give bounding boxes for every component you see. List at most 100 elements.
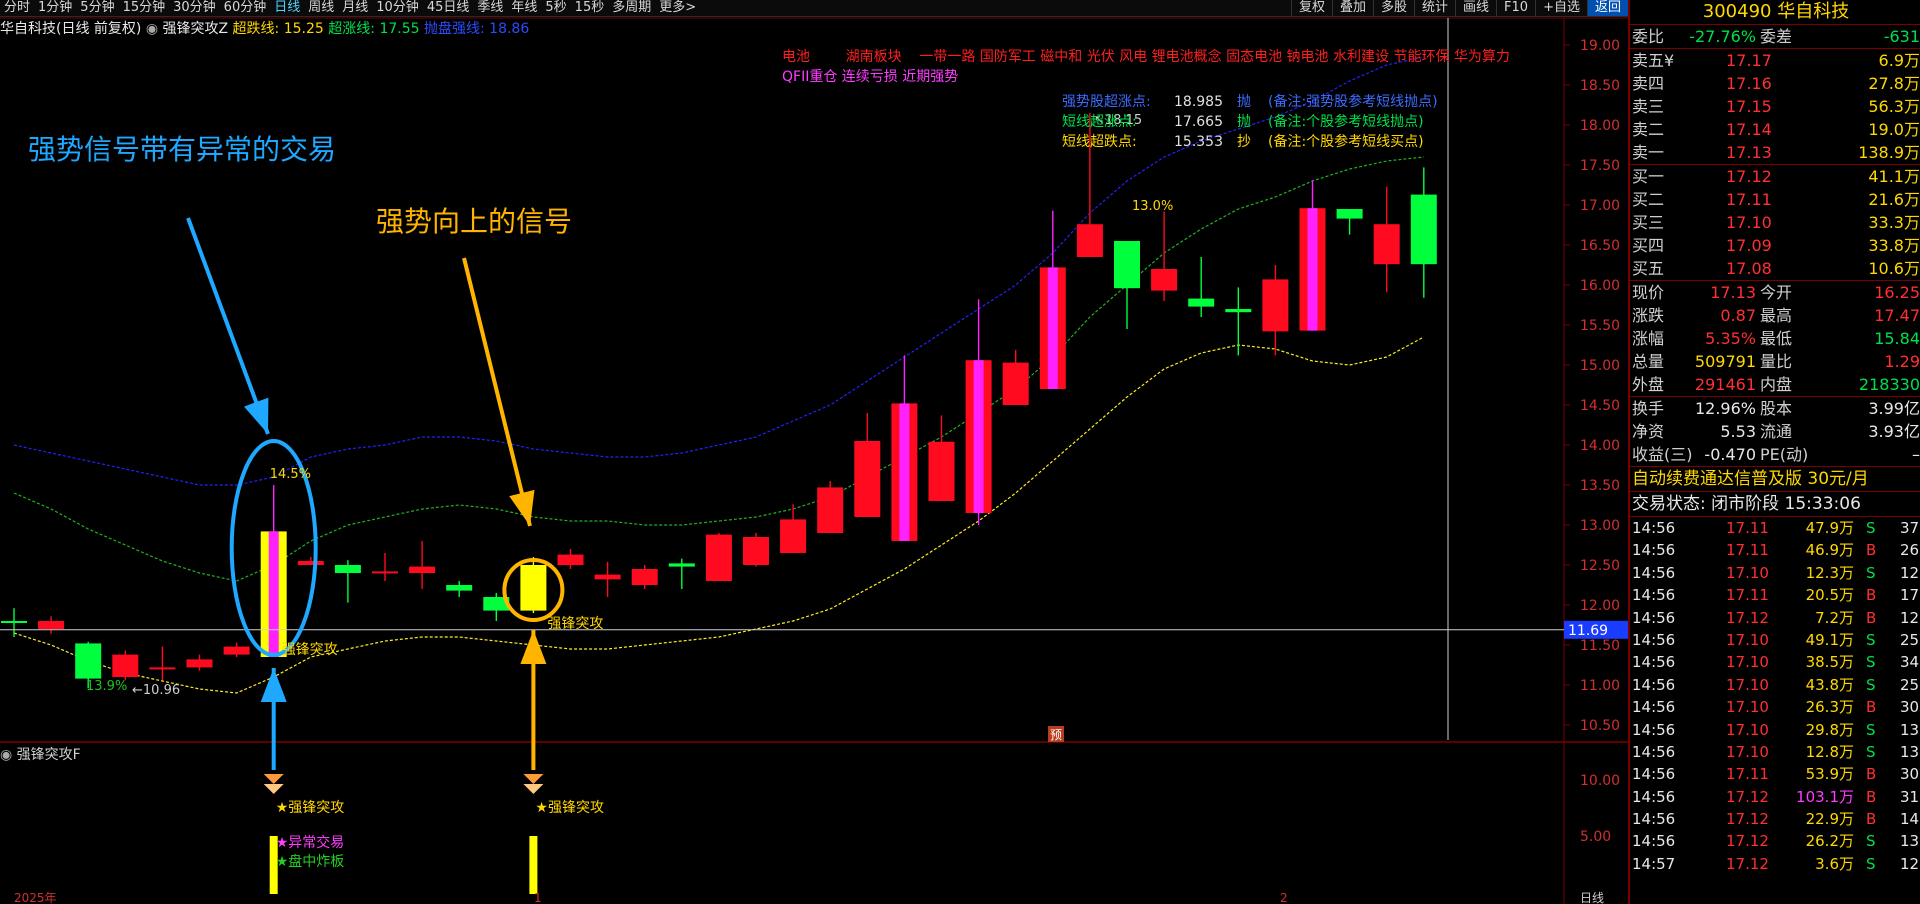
ask-label: 卖一 [1632,143,1665,162]
toolbar-button-6[interactable]: +自选 [1535,0,1587,16]
ask-row-2[interactable]: 卖三 17.15 56.3万 [1630,95,1920,118]
tick-count: 13 [1900,742,1920,761]
period-tab-2[interactable]: 5分钟 [76,0,118,16]
period-tab-8[interactable]: 月线 [338,0,372,16]
toolbar-button-5[interactable]: F10 [1496,0,1535,16]
tick-count: 25 [1900,630,1920,649]
indicator-value-1: 15.25 [283,21,324,37]
tick-time: 14:56 [1632,698,1676,717]
tick-volume: 29.8万 [1805,720,1854,739]
candle-body [1410,194,1437,265]
stat-row-3: 总量 509791 量比 1.29 [1630,350,1920,373]
annotation-abnormal: 强势信号带有异常的交易 [28,133,337,166]
period-tab-3[interactable]: 15分钟 [119,0,170,16]
candle-body [780,519,807,553]
period-tab-15[interactable]: 多周期 [608,0,655,16]
bid-row-0[interactable]: 买一 17.12 41.1万 [1630,165,1920,188]
tick-row: 14:57 17.12 3.6万 S 12 [1630,853,1920,875]
y-tick-label: 10.50 [1580,718,1620,734]
bid-row-1[interactable]: 买二 17.11 21.6万 [1630,188,1920,211]
indicator-name[interactable]: 强锋突攻Z [163,21,229,37]
promo-banner[interactable]: 自动续费通达信普及版 30元/月 [1630,467,1920,492]
toolbar-button-3[interactable]: 统计 [1414,0,1455,16]
period-tab-16[interactable]: 更多> [655,0,700,16]
period-tab-11[interactable]: 季线 [473,0,507,16]
tick-price: 17.12 [1726,810,1769,829]
period-tab-7[interactable]: 周线 [304,0,338,16]
tick-price: 17.10 [1726,675,1769,694]
candle-body [297,561,324,565]
ask-row-0[interactable]: 卖五¥ 17.17 6.9万 [1630,49,1920,72]
annotation-arrow-1 [186,217,270,435]
period-tab-1[interactable]: 1分钟 [34,0,76,16]
toolbar-button-1[interactable]: 叠加 [1331,0,1373,16]
tick-volume: 47.9万 [1805,519,1854,537]
indicator-toggle-icon[interactable]: ◉ [146,21,158,37]
signal-bar [529,836,538,894]
period-tab-12[interactable]: 年线 [507,0,541,16]
sub-signal-label: ★强锋突攻 [535,800,604,816]
y-tick-label: 14.00 [1580,438,1620,454]
period-tag[interactable]: 日线 [1580,891,1604,904]
period-tab-0[interactable]: 分时 [0,0,34,16]
sub-toggle-icon[interactable]: ◉ [0,747,12,763]
bid-row-3[interactable]: 买四 17.09 33.8万 [1630,234,1920,257]
ask-row-4[interactable]: 卖一 17.13 138.9万 [1630,141,1920,164]
fund-label-2: 股本 [1760,399,1793,418]
tick-price: 17.10 [1726,742,1769,761]
ask-row-3[interactable]: 卖二 17.14 19.0万 [1630,118,1920,141]
y-tick-label: 16.00 [1580,278,1620,294]
toolbar-button-4[interactable]: 画线 [1455,0,1496,16]
ask-label: 卖三 [1632,97,1665,116]
tick-time: 14:56 [1632,765,1676,784]
tick-list[interactable]: 14:56 17.11 47.9万 S 37 14:56 17.11 46.9万 B 26 14:5… [1630,517,1920,875]
candle-body [334,565,361,573]
tick-time: 14:56 [1632,630,1676,649]
toolbar-button-2[interactable]: 多股 [1373,0,1414,16]
x-axis-label: 1 [534,891,542,904]
period-tab-14[interactable]: 15秒 [571,0,609,16]
tick-side: S [1866,675,1876,694]
tick-count: 31 [1900,787,1920,806]
tick-time: 14:56 [1632,563,1676,582]
sub-indicator-title[interactable]: ◉ 强锋突攻F [0,744,81,764]
legend-note: (备注:个股参考短线买点) [1268,134,1424,150]
stat-row-4: 外盘 291461 内盘 218330 [1630,373,1920,396]
tick-price: 17.10 [1726,563,1769,582]
legend-tag: 抄 [1237,134,1251,150]
y-tick-label: 11.00 [1580,678,1620,694]
fund-value: -0.470 [1704,445,1756,464]
tick-volume: 12.3万 [1805,563,1854,582]
trade-state: 交易状态: 闭市阶段 15:33:06 [1630,492,1920,517]
toolbar-button-0[interactable]: 复权 [1290,0,1332,16]
candle-body [557,554,584,565]
bid-row-4[interactable]: 买五 17.08 10.6万 [1630,257,1920,280]
stat-row-0: 现价 17.13 今开 16.25 [1630,281,1920,304]
toolbar-button-7[interactable]: 返回 [1586,0,1628,16]
ask-row-1[interactable]: 卖四 17.16 27.8万 [1630,72,1920,95]
fund-row-1: 净资 5.53 流通 3.93亿 [1630,420,1920,443]
tick-price: 17.12 [1726,608,1769,627]
legend-label: 强势股超涨点: [1062,94,1151,110]
candle-body [409,566,436,573]
period-tab-10[interactable]: 45日线 [423,0,474,16]
candle-body [149,667,176,670]
tick-side: S [1866,653,1876,672]
fund-label: 收益(三) [1632,445,1693,464]
forecast-marker-label: 预 [1050,728,1062,742]
period-tab-13[interactable]: 5秒 [541,0,570,16]
bid-row-2[interactable]: 买三 17.10 33.3万 [1630,211,1920,234]
tick-price: 17.10 [1726,653,1769,672]
bid-volume: 10.6万 [1868,259,1920,278]
ask-price: 17.15 [1726,97,1772,116]
tick-volume: 26.2万 [1805,832,1854,851]
legend-label: 短线超涨点: [1062,114,1137,130]
period-tab-4[interactable]: 30分钟 [169,0,220,16]
period-tab-9[interactable]: 10分钟 [372,0,423,16]
annotation-strong-up: 强势向上的信号 [376,205,573,238]
period-tab-6[interactable]: 日线 [270,0,304,16]
tick-time: 14:56 [1632,832,1676,851]
crosshair-price: 11.69 [1568,623,1608,639]
tick-row: 14:56 17.12 26.2万 S 13 [1630,830,1920,852]
period-tab-5[interactable]: 60分钟 [220,0,271,16]
